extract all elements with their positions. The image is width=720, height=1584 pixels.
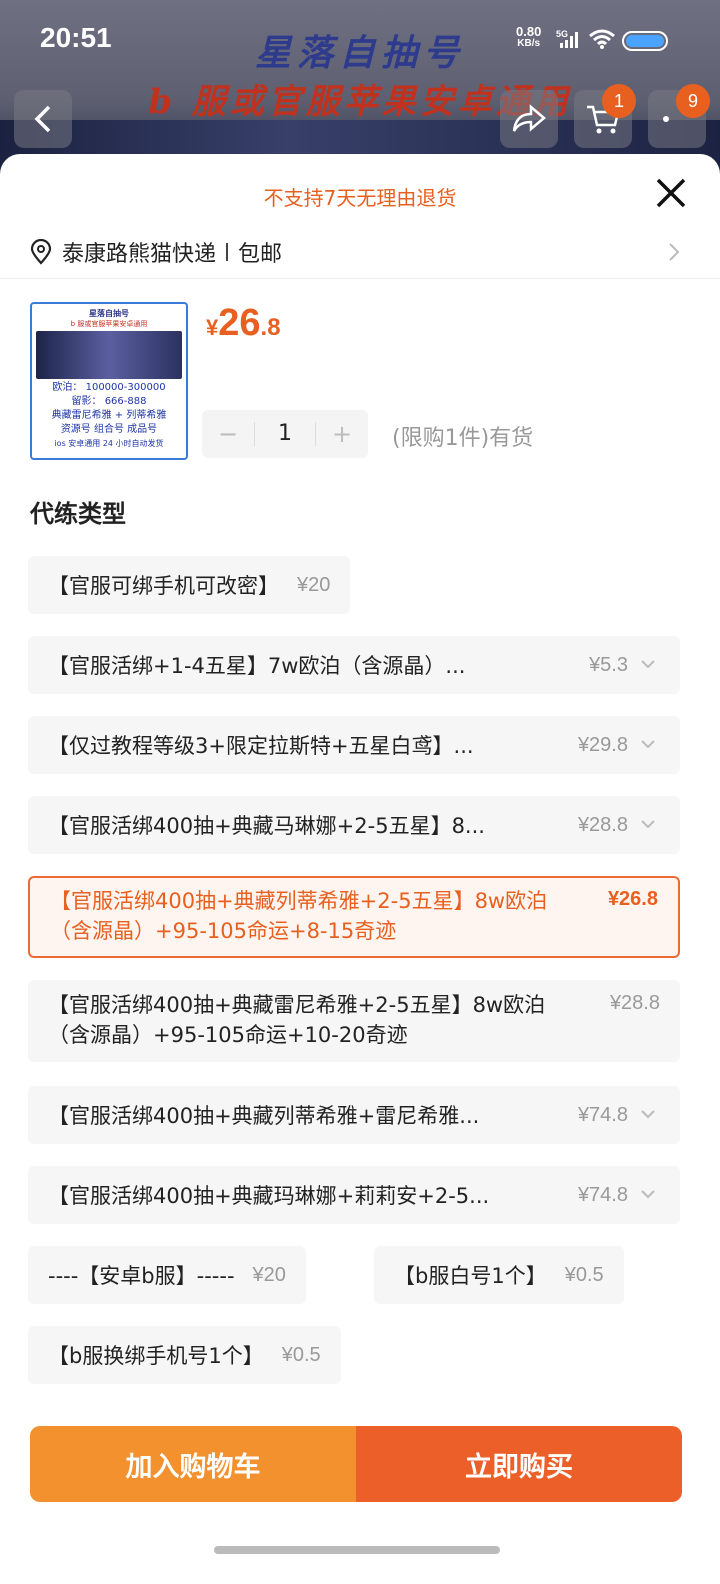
signal-icon: 5G [556, 29, 582, 53]
option-item[interactable]: 【官服活绑400抽+典藏列蒂希雅+雷尼希雅... ¥74.8 [28, 1086, 680, 1144]
thumb-line: ios 安卓通用 24 小时自动发货 [54, 439, 164, 448]
product-price: ¥26.8 [206, 302, 281, 344]
status-time: 20:51 [40, 22, 112, 53]
svg-text:5G: 5G [556, 29, 568, 39]
add-to-cart-button[interactable]: 加入购物车 [30, 1426, 356, 1502]
cart-button[interactable]: 1 [574, 84, 636, 148]
thumb-title: 星落自抽号 [89, 309, 129, 318]
option-item[interactable]: 【官服活绑400抽+典藏玛琳娜+莉莉安+2-5... ¥74.8 [28, 1166, 680, 1224]
divider [226, 243, 229, 261]
option-item[interactable]: ----【安卓b服】----- ¥20 [28, 1246, 306, 1304]
shipping-info: 包邮 [238, 242, 283, 267]
thumb-line: 典藏雷尼希雅 + 列蒂希雅 [51, 410, 167, 421]
network-speed: 0.80 KB/s [516, 24, 542, 49]
option-item[interactable]: 【官服可绑手机可改密】 ¥20 [28, 556, 351, 614]
delivery-location: 泰康路熊猫快递 [62, 242, 217, 267]
section-title: 代练类型 [30, 500, 126, 528]
option-item-selected[interactable]: 【官服活绑400抽+典藏列蒂希雅+2-5五星】8w欧泊（含源晶）+95-105命… [28, 876, 680, 958]
share-button[interactable] [500, 90, 558, 148]
chevron-down-icon[interactable] [636, 1108, 660, 1122]
option-item[interactable]: 【官服活绑400抽+典藏雷尼希雅+2-5五星】8w欧泊（含源晶）+95-105命… [28, 980, 680, 1062]
option-item[interactable]: 【b服白号1个】 ¥0.5 [374, 1246, 624, 1304]
status-bar: 20:51 0.80 KB/s 5G [0, 0, 720, 70]
option-item[interactable]: 【b服换绑手机号1个】 ¥0.5 [28, 1326, 341, 1384]
stock-status: (限购1件)有货 [392, 426, 534, 451]
chevron-down-icon[interactable] [636, 818, 660, 832]
chevron-down-icon[interactable] [636, 738, 660, 752]
option-item[interactable]: 【仅过教程等级3+限定拉斯特+五星白鸢】... ¥29.8 [28, 716, 680, 774]
return-policy-notice: 不支持7天无理由退货 [263, 186, 457, 210]
thumb-line: 欧泊： 100000-300000 [52, 382, 166, 393]
close-icon [656, 178, 686, 208]
thumb-artwork [36, 331, 182, 379]
share-icon [512, 104, 546, 132]
chevron-down-icon[interactable] [636, 658, 660, 672]
quantity-stepper: − 1 + [202, 410, 368, 458]
product-thumbnail[interactable]: 星落自抽号 b 服或官服苹果安卓通用 欧泊： 100000-300000 留影：… [30, 302, 188, 460]
chevron-left-icon [34, 105, 51, 133]
sku-selector-sheet: 不支持7天无理由退货 泰康路熊猫快递 包邮 星落自抽号 b 服或官服苹果安卓通用… [0, 154, 720, 1584]
home-indicator[interactable] [214, 1546, 500, 1554]
divider [0, 278, 720, 279]
message-badge: 9 [676, 84, 710, 118]
more-button[interactable]: 9 [648, 84, 710, 148]
delivery-address-row[interactable]: 泰康路熊猫快递 包邮 [30, 232, 690, 272]
wifi-icon [588, 28, 616, 54]
close-button[interactable] [650, 172, 692, 214]
option-item[interactable]: 【官服活绑400抽+典藏马琳娜+2-5五星】8... ¥28.8 [28, 796, 680, 854]
thumb-line: 资源号 组合号 成品号 [60, 424, 158, 435]
status-icons: 5G [556, 28, 668, 54]
quantity-input[interactable]: 1 [254, 422, 316, 446]
chevron-down-icon[interactable] [636, 1188, 660, 1202]
buy-now-button[interactable]: 立即购买 [356, 1426, 682, 1502]
option-item[interactable]: 【官服活绑+1-4五星】7w欧泊（含源晶）... ¥5.3 [28, 636, 680, 694]
chevron-right-icon [669, 243, 680, 261]
thumb-line: 留影： 666-888 [71, 396, 147, 407]
back-button[interactable] [14, 90, 72, 148]
location-pin-icon [30, 239, 52, 265]
battery-icon [622, 31, 668, 51]
increase-button[interactable]: + [316, 420, 368, 448]
cart-badge: 1 [602, 84, 636, 118]
decrease-button[interactable]: − [202, 420, 254, 448]
thumb-subtitle: b 服或官服苹果安卓通用 [70, 320, 148, 328]
action-buttons: 加入购物车 立即购买 [30, 1426, 682, 1502]
